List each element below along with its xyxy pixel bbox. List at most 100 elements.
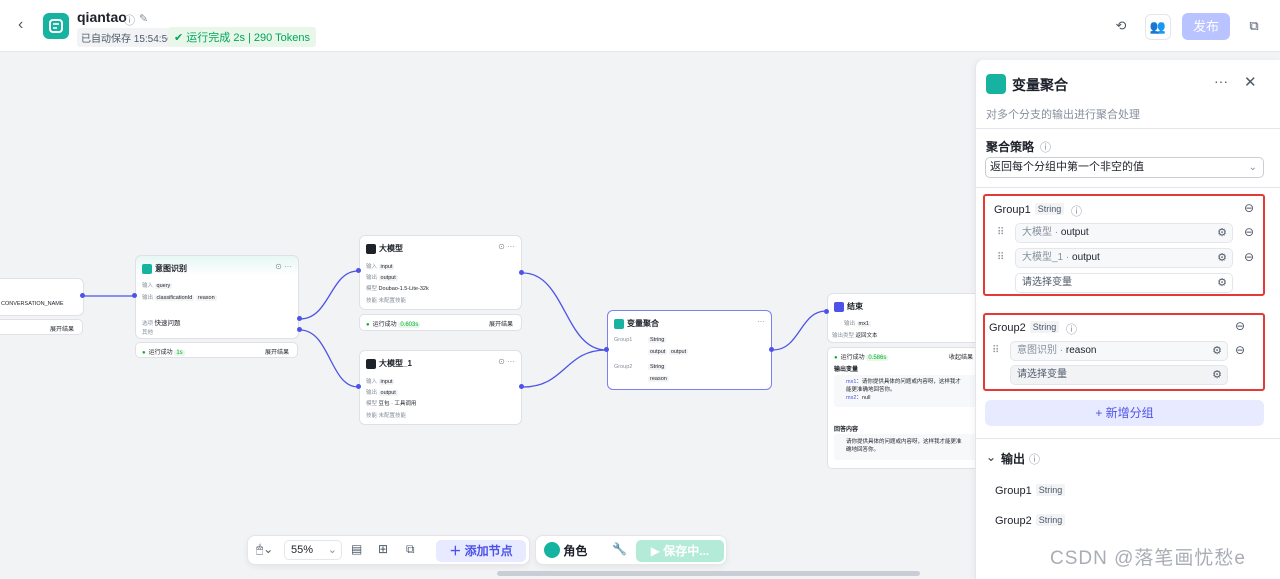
group1-new-var[interactable]: 请选择变量 ⚙ [1015,273,1233,293]
node-more-icon[interactable]: ⊙ ··· [498,242,515,251]
collapse-chevron-icon[interactable]: ⌄ [986,450,996,464]
edge-intent-llm1 [299,270,359,320]
intent-status-time: 1s [174,350,185,356]
zoom-select[interactable]: 55% ⌄ [284,540,342,560]
end-collapse[interactable]: 收起结果 [949,352,973,361]
gear-icon[interactable]: ⚙ [1217,224,1227,242]
intent-option-value: 快速问题 [154,320,181,327]
drag-handle-icon[interactable]: ⠿ [997,252,1004,263]
info-icon[interactable]: ⓘ [1029,451,1040,467]
group1-var-1-name: output [1060,227,1089,238]
start-port[interactable] [80,293,85,298]
history-icon[interactable]: ⟲ [1108,14,1134,40]
gear-icon[interactable]: ⚙ [1212,342,1222,360]
intent-result[interactable]: 运行成功 1s 展开结果 [135,342,298,358]
publish-button[interactable]: 发布 [1182,13,1230,40]
llm2-in-port[interactable] [356,384,361,389]
llm1-result[interactable]: 运行成功 0.603s 展开结果 [359,314,522,331]
intent-out-port-2[interactable] [297,327,302,332]
node-more-icon[interactable]: ··· [757,317,765,326]
output-group2-type: String [1035,514,1066,526]
end-result[interactable]: 运行成功 0.586s 收起结果 输出变量 mx1：请你提供具体的问题或内容呀，… [827,347,982,469]
llm1-output-var: output [378,275,398,281]
llm2-out-port[interactable] [519,384,524,389]
drag-handle-icon[interactable]: ⠿ [997,227,1004,238]
llm-node-2[interactable]: 大模型_1 ⊙ ··· 输入 input 输出 output 模型 豆包 · 工… [359,350,522,425]
strategy-select[interactable]: 返回每个分组中第一个非空的值 ⌄ [985,157,1264,178]
start-result[interactable]: 展开结果 [0,319,83,335]
agg-in-port[interactable] [604,347,609,352]
gear-icon[interactable]: ⚙ [1212,366,1222,384]
intent-node[interactable]: 意图识别 ⊙ ··· 输入 query 输出 classificationId … [135,255,299,339]
gear-icon[interactable]: ⚙ [1217,274,1227,292]
llm1-in-port[interactable] [356,268,361,273]
agg-out-port[interactable] [769,347,774,352]
collaborator-icon[interactable]: 👥 [1145,14,1171,40]
copy-icon[interactable]: ⧉ [1241,14,1267,40]
group1-name: Group1 [994,204,1031,216]
remove-group-icon[interactable]: ⊖ [1235,319,1245,333]
back-chevron-icon[interactable]: ‹ [18,16,23,34]
workflow-canvas[interactable]: CONVERSATION_NAME 展开结果 意图识别 ⊙ ··· 输入 que… [0,53,982,579]
mouse-mode-icon[interactable]: 🖱⌄ [256,542,273,557]
llm2-output-var: output [378,390,398,396]
remove-group-icon[interactable]: ⊖ [1244,201,1254,215]
horizontal-scrollbar[interactable] [497,571,920,576]
end-in-port[interactable] [824,309,829,314]
edit-icon[interactable]: ✎ [139,12,148,25]
intent-out-port-1[interactable] [297,316,302,321]
drag-handle-icon[interactable]: ⠿ [992,345,999,356]
intent-input-row: 输入 query [142,281,173,289]
llm2-input-var: input [378,379,395,385]
comment-icon[interactable]: ▤ [351,542,362,556]
group2-var-1[interactable]: 意图识别 · reason ⚙ [1010,341,1228,361]
start-node[interactable]: CONVERSATION_NAME [0,278,84,316]
info-icon[interactable]: ⓘ [1066,321,1077,337]
llm1-out-port[interactable] [519,270,524,275]
remove-var-icon[interactable]: ⊖ [1244,225,1254,239]
llm2-skill: 未配置技能 [378,413,407,419]
group2-var-1-prefix: 意图识别 · [1017,345,1066,356]
llm-node-1[interactable]: 大模型 ⊙ ··· 输入 input 输出 output 模型 Doubao-1… [359,235,522,310]
info-icon[interactable]: ⓘ [1071,203,1082,219]
intent-output-row: 输出 classificationId reason [142,293,217,301]
intent-expand[interactable]: 展开结果 [265,347,289,356]
start-expand[interactable]: 展开结果 [50,324,74,333]
add-node-button[interactable]: ＋ 添加节点 [436,540,526,562]
app-name: qiantao [77,9,127,25]
start-var: CONVERSATION_NAME [1,301,64,307]
edge-intent-llm2 [299,329,359,388]
run-status-badge[interactable]: ✔ 运行完成 2s | 290 Tokens [168,27,316,47]
node-more-icon[interactable]: ⊙ ··· [275,262,292,271]
role-button[interactable]: 角色 [544,542,587,559]
save-button[interactable]: ▶ 保存中... [636,540,724,562]
remove-var-icon[interactable]: ⊖ [1244,250,1254,264]
group1-var-1[interactable]: 大模型 · output ⚙ [1015,223,1233,243]
llm1-status: 运行成功 0.603s [366,319,421,328]
group2-new-var[interactable]: 请选择变量 ⚙ [1010,365,1228,385]
gear-icon[interactable]: ⚙ [1217,249,1227,267]
output-group2: Group2 String [995,514,1066,527]
more-icon[interactable]: ··· [1214,73,1228,89]
end-output-row: 输出 mx1 [844,319,871,327]
intent-icon [142,263,152,274]
edge-llm2-agg [522,349,607,388]
info-icon[interactable]: ⓘ [1040,139,1051,155]
close-icon[interactable]: ✕ [1244,73,1257,91]
intent-in-port[interactable] [132,293,137,298]
remove-var-icon[interactable]: ⊖ [1235,343,1245,357]
debug-tool-icon[interactable]: 🔧 [612,542,627,556]
llm1-skill: 未配置技能 [378,298,407,304]
end-node[interactable]: 结束 输出 mx1 输出类型 返回文本 [827,293,982,343]
end-output-type-label: 输出类型 [832,333,855,339]
node-more-icon[interactable]: ⊙ ··· [498,357,515,366]
add-group-button[interactable]: + 新增分组 [985,400,1264,426]
aggregate-node[interactable]: 变量聚合 ··· Group1 String output output Gro… [607,310,772,390]
group1-var-2[interactable]: 大模型_1 · output ⚙ [1015,248,1233,268]
layout-icon[interactable]: ⊞ [378,542,388,556]
intent-status: 运行成功 1s [142,347,185,356]
minimap-icon[interactable]: ⧉ [406,542,415,557]
agg-group2-var: reason [648,376,669,382]
llm1-expand[interactable]: 展开结果 [489,319,513,328]
info-icon[interactable]: ⓘ [124,12,135,28]
